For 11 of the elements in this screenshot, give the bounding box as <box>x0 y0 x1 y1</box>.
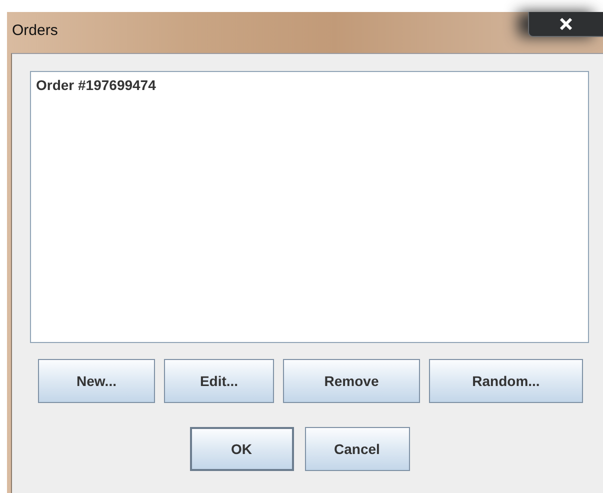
close-icon <box>559 18 573 30</box>
action-button[interactable]: Random... <box>429 359 583 403</box>
action-button[interactable]: Remove <box>283 359 420 403</box>
list-item[interactable]: Order #197699474 <box>34 76 585 94</box>
action-button[interactable]: Edit... <box>164 359 274 403</box>
orders-list[interactable]: Order #197699474 <box>30 71 589 343</box>
ok-button[interactable]: OK <box>190 427 294 471</box>
cancel-button[interactable]: Cancel <box>304 427 410 471</box>
window-title: Orders <box>11 21 58 39</box>
action-button[interactable]: New... <box>38 359 155 403</box>
close-button[interactable] <box>528 12 603 37</box>
